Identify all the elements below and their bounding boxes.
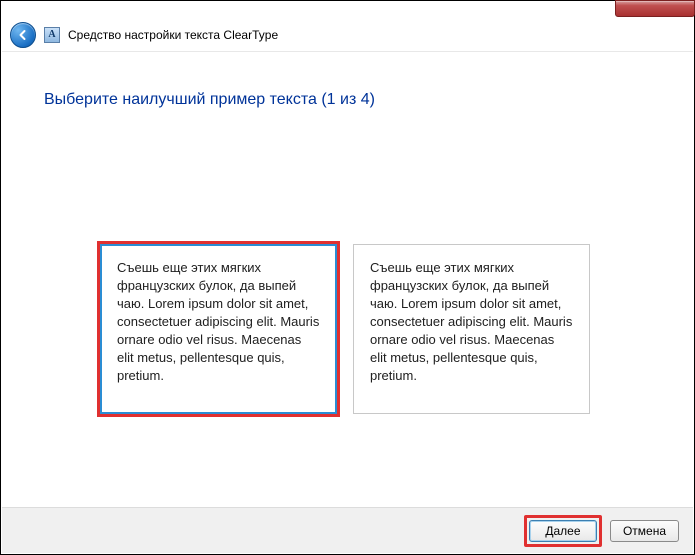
app-icon: A (44, 27, 60, 43)
next-button-highlight: Далее (524, 515, 602, 547)
back-arrow-icon (16, 28, 30, 42)
text-sample-2[interactable]: Съешь еще этих мягких французских булок,… (353, 244, 590, 414)
content-area: Выберите наилучший пример текста (1 из 4… (2, 53, 693, 507)
back-button[interactable] (10, 22, 36, 48)
sample-row: Съешь еще этих мягких французских булок,… (97, 241, 593, 417)
text-sample-1[interactable]: Съешь еще этих мягких французских булок,… (100, 244, 337, 414)
footer-bar: Далее Отмена (2, 507, 693, 553)
window-title: Средство настройки текста ClearType (68, 28, 278, 42)
close-button[interactable] (615, 0, 695, 17)
header-bar: A Средство настройки текста ClearType (2, 18, 693, 52)
page-heading: Выберите наилучший пример текста (1 из 4… (44, 91, 375, 109)
wizard-window: A Средство настройки текста ClearType Вы… (0, 0, 695, 555)
cancel-button[interactable]: Отмена (610, 520, 679, 542)
sample-wrap: Съешь еще этих мягких французских булок,… (350, 241, 593, 417)
sample-highlight: Съешь еще этих мягких французских булок,… (97, 241, 340, 417)
next-button[interactable]: Далее (529, 520, 597, 542)
